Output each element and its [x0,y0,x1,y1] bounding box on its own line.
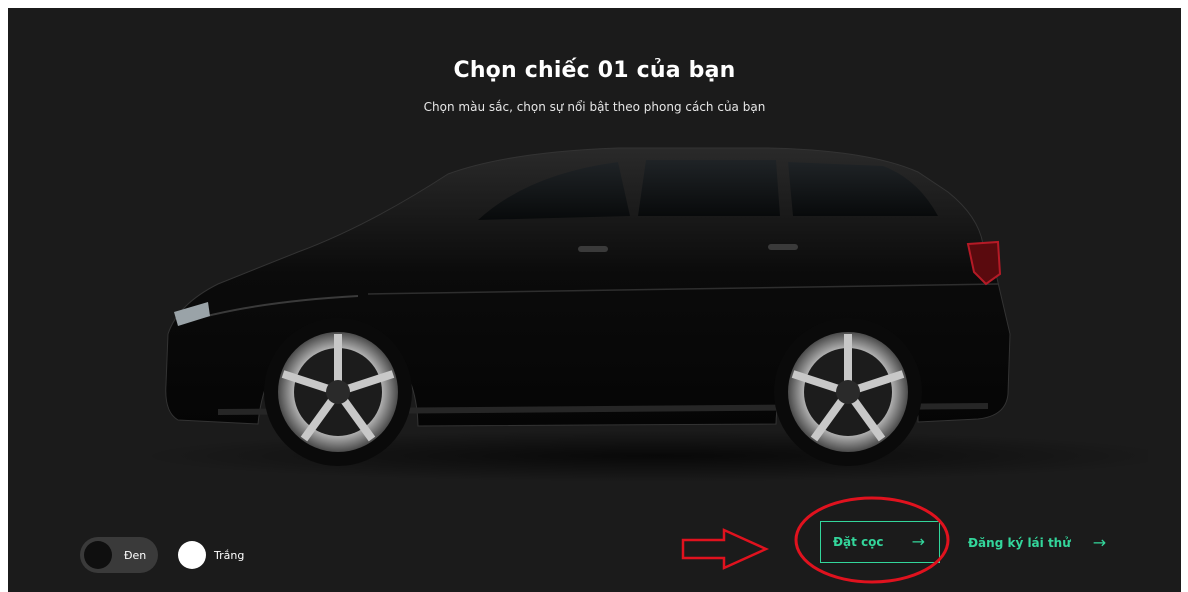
deposit-button[interactable]: Đặt cọc → [820,521,940,563]
test-drive-link[interactable]: Đăng ký lái thử → [968,535,1106,551]
deposit-label: Đặt cọc [833,535,884,549]
car-front-wheel [264,318,412,466]
arrow-right-icon: → [1092,533,1107,552]
car-side-window-rear [638,160,780,216]
car-image [148,147,1148,482]
page-frame: Chọn chiếc 01 của bạn Chọn màu sắc, chọn… [8,8,1181,592]
black-swatch-icon [84,541,112,569]
color-label-den: Đen [124,548,147,562]
page-subtitle: Chọn màu sắc, chọn sự nổi bật theo phong… [423,100,766,114]
color-option-den[interactable]: Đen [80,537,158,573]
color-label-trang: Trắng [214,548,245,562]
color-option-trang[interactable]: Trắng [178,537,268,573]
page-title: Chọn chiếc 01 của bạn [453,58,736,83]
test-drive-label: Đăng ký lái thử [968,536,1071,550]
car-rear-wheel [774,318,922,466]
car-rear-window [788,162,938,216]
arrow-right-icon: → [911,532,925,551]
white-swatch-icon [178,541,206,569]
